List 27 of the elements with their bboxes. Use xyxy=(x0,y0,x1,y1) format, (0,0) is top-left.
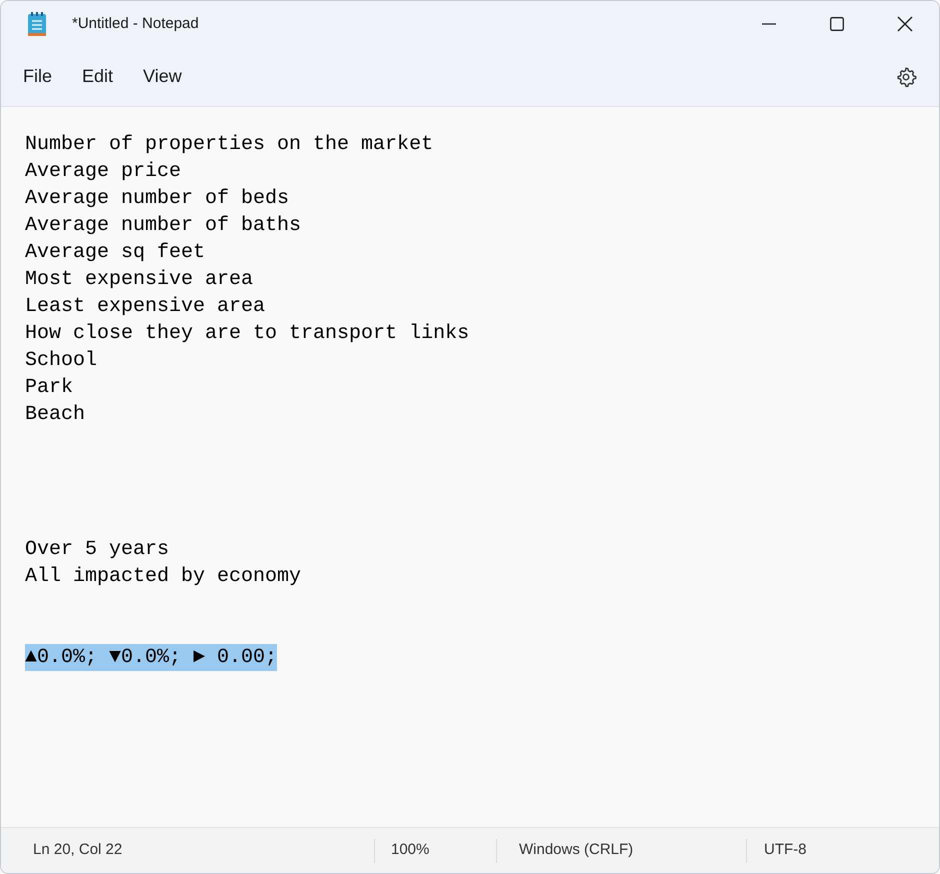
text-line: All impacted by economy xyxy=(25,564,302,590)
settings-icon xyxy=(895,66,917,88)
status-text: 100% xyxy=(391,840,430,860)
text-line: Average price xyxy=(25,159,182,185)
menu-item[interactable]: View xyxy=(131,58,194,94)
maximize-icon xyxy=(830,17,844,31)
selected-text: ▲0.0%; ▼0.0%; ► 0.00; xyxy=(25,644,278,671)
text-line: Average number of baths xyxy=(25,213,302,239)
menu-item[interactable]: File xyxy=(11,58,64,94)
text-line: Beach xyxy=(25,402,86,428)
close-icon xyxy=(897,16,913,32)
text-line: Least expensive area xyxy=(25,294,266,320)
menu-item[interactable]: Edit xyxy=(70,58,126,94)
text-line: Average number of beds xyxy=(25,186,290,212)
status-text: UTF-8 xyxy=(764,840,806,860)
notepad-icon xyxy=(27,11,47,37)
status-text: Ln 20, Col 22 xyxy=(33,840,122,860)
minimize-icon xyxy=(762,23,776,25)
text-line: Most expensive area xyxy=(25,267,254,293)
text-line: Over 5 years xyxy=(25,537,170,563)
status-text: Windows (CRLF) xyxy=(519,840,634,860)
text-line: How close they are to transport links xyxy=(25,321,470,347)
text-line: Park xyxy=(25,375,74,401)
text-line: Average sq feet xyxy=(25,240,206,266)
text-line: School xyxy=(25,348,98,374)
window-title: *Untitled - Notepad xyxy=(72,14,199,34)
text-line: Number of properties on the market xyxy=(25,132,434,158)
